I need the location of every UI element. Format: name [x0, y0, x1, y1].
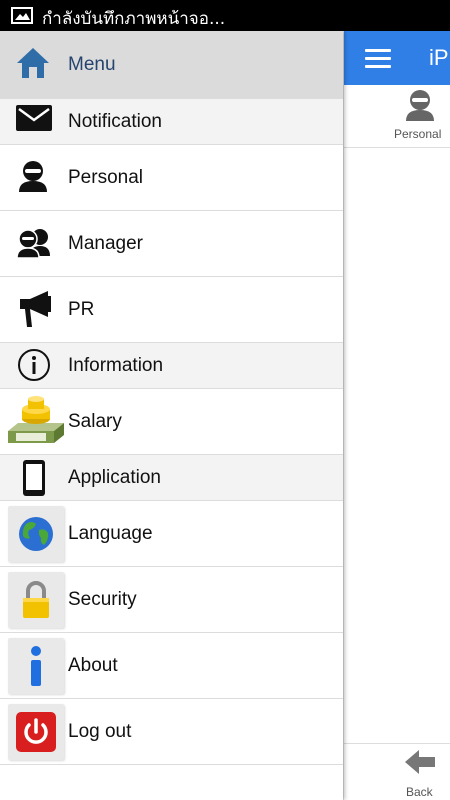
- phone-icon: [23, 460, 45, 496]
- menu-item-security[interactable]: Security: [0, 567, 343, 633]
- menu-item-personal[interactable]: Personal: [0, 145, 343, 211]
- app-title: iP: [429, 45, 449, 70]
- notification-label: Notification: [68, 111, 162, 132]
- logout-label: Log out: [68, 721, 132, 742]
- power-icon: [16, 712, 56, 752]
- back-label: Back: [406, 785, 433, 799]
- language-label: Language: [68, 523, 153, 544]
- info-i-icon: [31, 646, 41, 686]
- information-label: Information: [68, 355, 164, 376]
- status-notification-text: กำลังบันทึกภาพหน้าจอ...: [42, 9, 226, 29]
- tab-personal-label: Personal: [394, 127, 442, 141]
- people-icon: [16, 229, 50, 258]
- menu-item-about[interactable]: About: [0, 633, 343, 699]
- menu-item-salary[interactable]: Salary: [0, 389, 343, 455]
- lock-icon: [23, 581, 49, 618]
- logout-icon-tile: [8, 704, 64, 760]
- menu-item-language[interactable]: Language: [0, 501, 343, 567]
- manager-label: Manager: [68, 233, 143, 254]
- menu-item-manager[interactable]: Manager: [0, 211, 343, 277]
- personal-label: Personal: [68, 167, 143, 188]
- app-header: iP: [344, 31, 450, 85]
- about-label: About: [68, 655, 118, 676]
- back-button[interactable]: Back: [344, 743, 450, 800]
- application-label: Application: [68, 467, 161, 488]
- globe-icon: [19, 517, 53, 551]
- about-icon-tile: [8, 638, 64, 694]
- section-application: Application: [0, 455, 343, 501]
- section-information: Information: [0, 343, 343, 389]
- info-icon: [18, 349, 50, 381]
- tab-personal[interactable]: Personal: [344, 85, 450, 148]
- image-icon: [11, 7, 33, 24]
- arrow-left-icon: [405, 750, 435, 774]
- salary-label: Salary: [68, 411, 122, 432]
- section-notification: Notification: [0, 99, 343, 145]
- menu-label: Menu: [68, 54, 116, 75]
- status-bar: กำลังบันทึกภาพหน้าจอ...: [0, 0, 450, 31]
- app-panel: iP Personal Back: [343, 31, 450, 800]
- home-icon: [17, 48, 49, 78]
- security-label: Security: [68, 589, 137, 610]
- envelope-icon: [16, 105, 52, 131]
- megaphone-icon: [20, 291, 51, 327]
- pr-label: PR: [68, 299, 95, 320]
- person-icon: [406, 90, 434, 121]
- security-icon-tile: [8, 572, 64, 628]
- hamburger-menu-icon[interactable]: [365, 49, 391, 69]
- person-icon: [19, 161, 47, 192]
- menu-item-logout[interactable]: Log out: [0, 699, 343, 765]
- navigation-drawer: Menu Notification Personal Manager PR In…: [0, 31, 343, 800]
- language-icon-tile: [8, 506, 64, 562]
- menu-item-pr[interactable]: PR: [0, 277, 343, 343]
- drawer-header-menu[interactable]: Menu: [0, 31, 343, 99]
- money-icon: [8, 396, 64, 443]
